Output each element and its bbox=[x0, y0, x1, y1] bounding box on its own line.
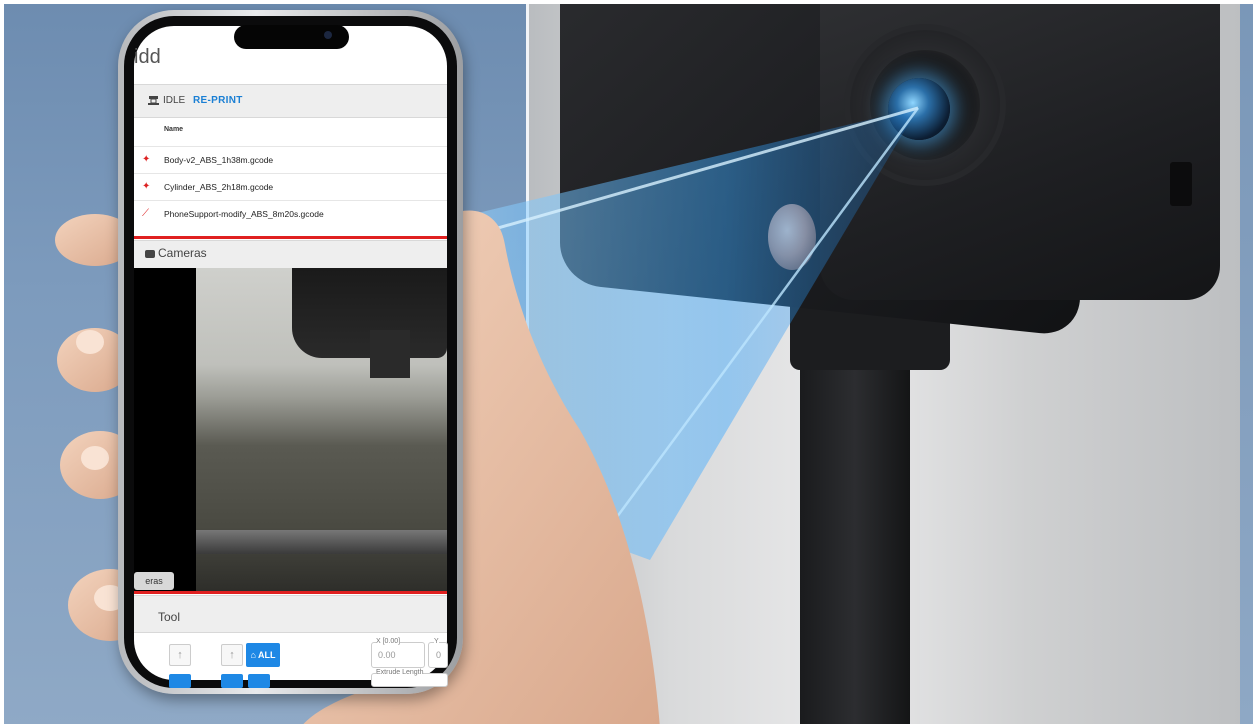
printer-icon bbox=[148, 96, 159, 105]
jog-button[interactable] bbox=[169, 674, 191, 688]
scene-background: idd IDLE RE-PRINT Name ✦ Body-v2_ABS_1h3… bbox=[0, 0, 1257, 728]
file-row[interactable]: ⟋ PhoneSupport-modify_ABS_8m20s.gcode bbox=[134, 200, 447, 228]
tool-title: Tool bbox=[158, 610, 181, 624]
cameras-button[interactable]: eras bbox=[134, 572, 174, 590]
y-position-value: 0 bbox=[436, 650, 442, 660]
home-all-button[interactable]: ⌂ ALL bbox=[246, 643, 280, 667]
camera-lens-glass bbox=[888, 78, 950, 140]
dynamic-island bbox=[234, 25, 349, 49]
jog-button[interactable] bbox=[248, 674, 270, 688]
file-name: PhoneSupport-modify_ABS_8m20s.gcode bbox=[164, 209, 324, 219]
cameras-title: Cameras bbox=[145, 246, 207, 260]
reprint-button[interactable]: RE-PRINT bbox=[193, 95, 243, 106]
file-icon: ✦ bbox=[142, 154, 151, 165]
status-text: IDLE bbox=[163, 95, 186, 106]
printer-status: IDLE bbox=[148, 95, 185, 106]
section-divider bbox=[134, 591, 447, 594]
file-icon: ⟋ bbox=[142, 208, 149, 219]
file-row[interactable]: ✦ Cylinder_ABS_2h18m.gcode bbox=[134, 173, 447, 201]
x-position-value: 0.00 bbox=[378, 650, 396, 660]
right-edge-strip bbox=[1240, 0, 1257, 728]
tool-header bbox=[134, 595, 447, 633]
file-name: Cylinder_ABS_2h18m.gcode bbox=[164, 182, 274, 192]
y-position-label: Y bbox=[434, 638, 439, 645]
files-column-header: Name bbox=[164, 126, 184, 133]
jog-z-up-button[interactable]: ↑ bbox=[221, 644, 243, 666]
camera-led bbox=[768, 204, 816, 270]
extrude-length-label: Extrude Length bbox=[376, 669, 424, 676]
section-divider bbox=[134, 236, 447, 239]
cameras-title-text: Cameras bbox=[158, 246, 207, 260]
front-camera-icon bbox=[324, 31, 332, 39]
panel-divider bbox=[526, 0, 529, 728]
file-icon: ✦ bbox=[142, 181, 151, 192]
app-title: idd bbox=[134, 46, 161, 68]
file-name: Body-v2_ABS_1h38m.gcode bbox=[164, 155, 274, 165]
file-row[interactable]: ✦ Body-v2_ABS_1h38m.gcode bbox=[134, 146, 447, 174]
jog-button[interactable] bbox=[221, 674, 243, 688]
feed-bed-edge bbox=[196, 530, 447, 554]
jog-up-button[interactable]: ↑ bbox=[169, 644, 191, 666]
x-position-label: X [0.00] bbox=[376, 638, 401, 645]
camera-port bbox=[1170, 162, 1192, 206]
home-icon: ⌂ bbox=[250, 650, 256, 660]
home-all-label: ALL bbox=[258, 650, 276, 660]
mount-pole bbox=[800, 330, 910, 728]
feed-nozzle bbox=[370, 330, 410, 378]
camera-icon bbox=[145, 250, 155, 258]
